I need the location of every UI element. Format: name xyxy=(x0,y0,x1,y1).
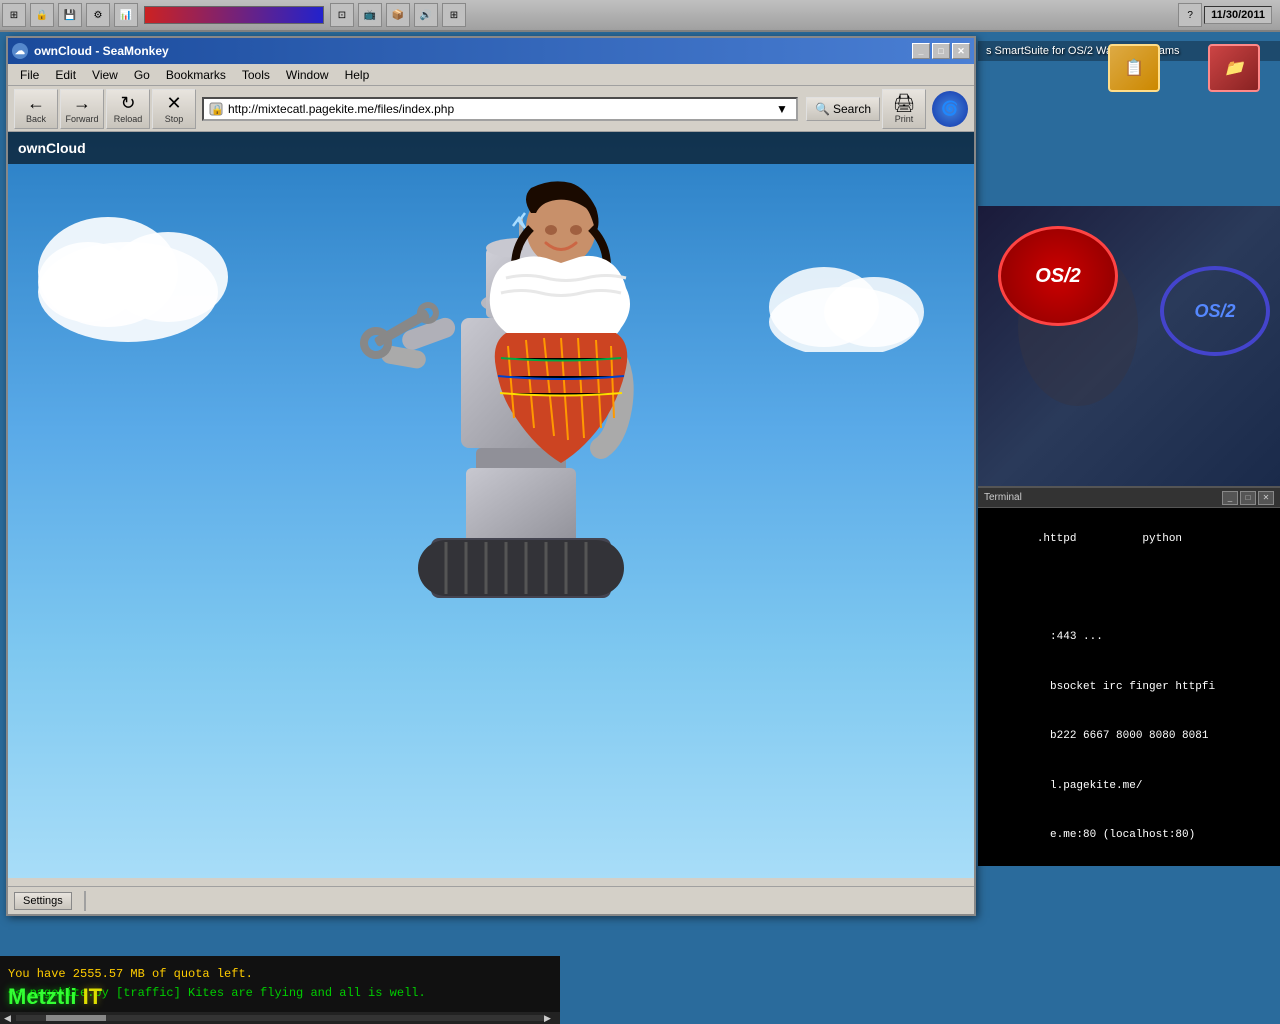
scroll-thumb[interactable] xyxy=(46,1015,106,1021)
back-label: Back xyxy=(26,114,46,124)
taskbar-left: ⊞ 🔒 💾 ⚙ 📊 ⊡ 📺 📦 🔊 ⊞ xyxy=(0,3,1176,27)
owncloud-logo: ownCloud xyxy=(18,140,86,156)
desktop-right: s SmartSuite for OS/2 Warp • Programs 📋 … xyxy=(978,36,1280,1024)
browser-app-icon: ☁ xyxy=(12,43,28,59)
menu-view[interactable]: View xyxy=(84,66,126,84)
maximize-button[interactable]: □ xyxy=(932,43,950,59)
term-status-5: e.me:80 (localhost:80) xyxy=(984,811,1274,861)
url-input[interactable] xyxy=(228,102,776,116)
menu-bookmarks[interactable]: Bookmarks xyxy=(158,66,234,84)
taskbar-icon-4[interactable]: ⚙ xyxy=(86,3,110,27)
latus-desktop-icon[interactable]: 📋 xyxy=(1108,44,1160,92)
svg-text:🔒: 🔒 xyxy=(211,104,223,116)
term-status-1: :443 ... xyxy=(984,613,1274,663)
stop-icon: ✕ xyxy=(166,94,181,112)
reload-icon: ↻ xyxy=(120,94,135,112)
metztli-logo: Metztli IT xyxy=(8,984,102,1010)
print-button[interactable]: 🖨 Print xyxy=(882,89,926,129)
taskbar-help-icon[interactable]: ? xyxy=(1178,3,1202,27)
browser-title: ownCloud - SeaMonkey xyxy=(34,44,912,58)
browser-titlebar: ☁ ownCloud - SeaMonkey _ □ ✕ xyxy=(8,38,974,64)
print-label: Print xyxy=(895,114,914,124)
stop-label: Stop xyxy=(165,114,184,124)
terminal-window-buttons: _ □ ✕ xyxy=(1222,491,1274,505)
forward-button[interactable]: → Forward xyxy=(60,89,104,129)
menu-go[interactable]: Go xyxy=(126,66,158,84)
reload-label: Reload xyxy=(114,114,143,124)
terminal-content: .httpd python .httpd .ksh [LTR :443 ... xyxy=(978,508,1280,866)
settings-button[interactable]: Settings xyxy=(14,892,72,910)
search-label: Search xyxy=(833,102,871,116)
browser-content: ownCloud xyxy=(8,132,974,878)
status-bar: Settings xyxy=(8,886,974,914)
forward-label: Forward xyxy=(65,114,98,124)
taskbar-top: ⊞ 🔒 💾 ⚙ 📊 ⊡ 📺 📦 🔊 ⊞ ? 11/30/2011 xyxy=(0,0,1280,32)
search-icon: 🔍 xyxy=(815,102,830,116)
performance-graph xyxy=(144,6,324,24)
taskbar-icon-2[interactable]: 🔒 xyxy=(30,3,54,27)
lock-icon: 🔒 xyxy=(208,101,224,117)
terminal-maximize[interactable]: □ xyxy=(1240,491,1256,505)
back-button[interactable]: ← Back xyxy=(14,89,58,129)
terminal-titlebar: Terminal _ □ ✕ xyxy=(978,488,1280,508)
os2-logo-red: OS/2 xyxy=(998,226,1118,326)
term-status-2: bsocket irc finger httpfi xyxy=(984,662,1274,712)
warp-desktop-icon[interactable]: 📁 xyxy=(1208,44,1260,92)
print-icon: 🖨 xyxy=(893,94,916,112)
menu-edit[interactable]: Edit xyxy=(47,66,84,84)
forward-icon: → xyxy=(73,94,91,112)
taskbar-icon-5[interactable]: 📊 xyxy=(114,3,138,27)
menu-help[interactable]: Help xyxy=(337,66,378,84)
terminal-line-1: .httpd python xyxy=(984,514,1274,564)
terminal-window: Terminal _ □ ✕ .httpd python .httpd .ksh xyxy=(978,486,1280,866)
term-status-4: l.pagekite.me/ xyxy=(984,761,1274,811)
close-button[interactable]: ✕ xyxy=(952,43,970,59)
taskbar-icon-9[interactable]: 🔊 xyxy=(414,3,438,27)
taskbar-icon-8[interactable]: 📦 xyxy=(386,3,410,27)
terminal-spacer-1 xyxy=(984,564,1274,594)
robot-scene xyxy=(191,132,791,878)
terminal-close[interactable]: ✕ xyxy=(1258,491,1274,505)
status-divider xyxy=(84,891,86,911)
pagekite-scrollbar-area[interactable]: ◀ ▶ xyxy=(0,1012,560,1024)
menu-bar: File Edit View Go Bookmarks Tools Window… xyxy=(8,64,974,86)
taskbar-icon-10[interactable]: ⊞ xyxy=(442,3,466,27)
minimize-button[interactable]: _ xyxy=(912,43,930,59)
taskbar-icon-1[interactable]: ⊞ xyxy=(2,3,26,27)
terminal-minimize[interactable]: _ xyxy=(1222,491,1238,505)
terminal-title: Terminal xyxy=(984,492,1222,503)
browser-window: ☁ ownCloud - SeaMonkey _ □ ✕ File Edit V… xyxy=(6,36,976,916)
address-bar[interactable]: 🔒 ▼ xyxy=(202,97,798,121)
window-controls: _ □ ✕ xyxy=(912,43,970,59)
taskbar-icon-3[interactable]: 💾 xyxy=(58,3,82,27)
latus-icon-box: 📋 xyxy=(1108,44,1160,92)
menu-file[interactable]: File xyxy=(12,66,47,84)
back-icon: ← xyxy=(27,94,45,112)
search-button[interactable]: 🔍 Search xyxy=(806,97,880,121)
os2-area: OS/2 OS/2 xyxy=(978,206,1280,486)
warp-icon-box: 📁 xyxy=(1208,44,1260,92)
pagekite-quota-line: You have 2555.57 MB of quota left. xyxy=(8,965,552,984)
taskbar-icon-6[interactable]: ⊡ xyxy=(330,3,354,27)
scroll-track[interactable] xyxy=(16,1015,544,1021)
clock: 11/30/2011 xyxy=(1204,6,1272,24)
stop-button[interactable]: ✕ Stop xyxy=(152,89,196,129)
menu-window[interactable]: Window xyxy=(278,66,337,84)
reload-button[interactable]: ↻ Reload xyxy=(106,89,150,129)
terminal-bottom-status: :443 ... bsocket irc finger httpfi b222 … xyxy=(978,607,1280,867)
scroll-left-arrow[interactable]: ◀ xyxy=(4,1013,16,1024)
term-status-3: b222 6667 8000 8080 8081 xyxy=(984,712,1274,762)
scroll-right-arrow[interactable]: ▶ xyxy=(544,1013,556,1024)
menu-tools[interactable]: Tools xyxy=(234,66,278,84)
taskbar-icon-7[interactable]: 📺 xyxy=(358,3,382,27)
nav-toolbar: ← Back → Forward ↻ Reload ✕ Stop 🔒 ▼ xyxy=(8,86,974,132)
taskbar-right: ? 11/30/2011 xyxy=(1176,3,1280,27)
os2-logo-blue: OS/2 xyxy=(1160,266,1270,356)
seamonkey-logo: 🌀 xyxy=(932,91,968,127)
owncloud-header: ownCloud xyxy=(8,132,974,164)
address-bar-container: 🔒 ▼ xyxy=(202,97,798,121)
